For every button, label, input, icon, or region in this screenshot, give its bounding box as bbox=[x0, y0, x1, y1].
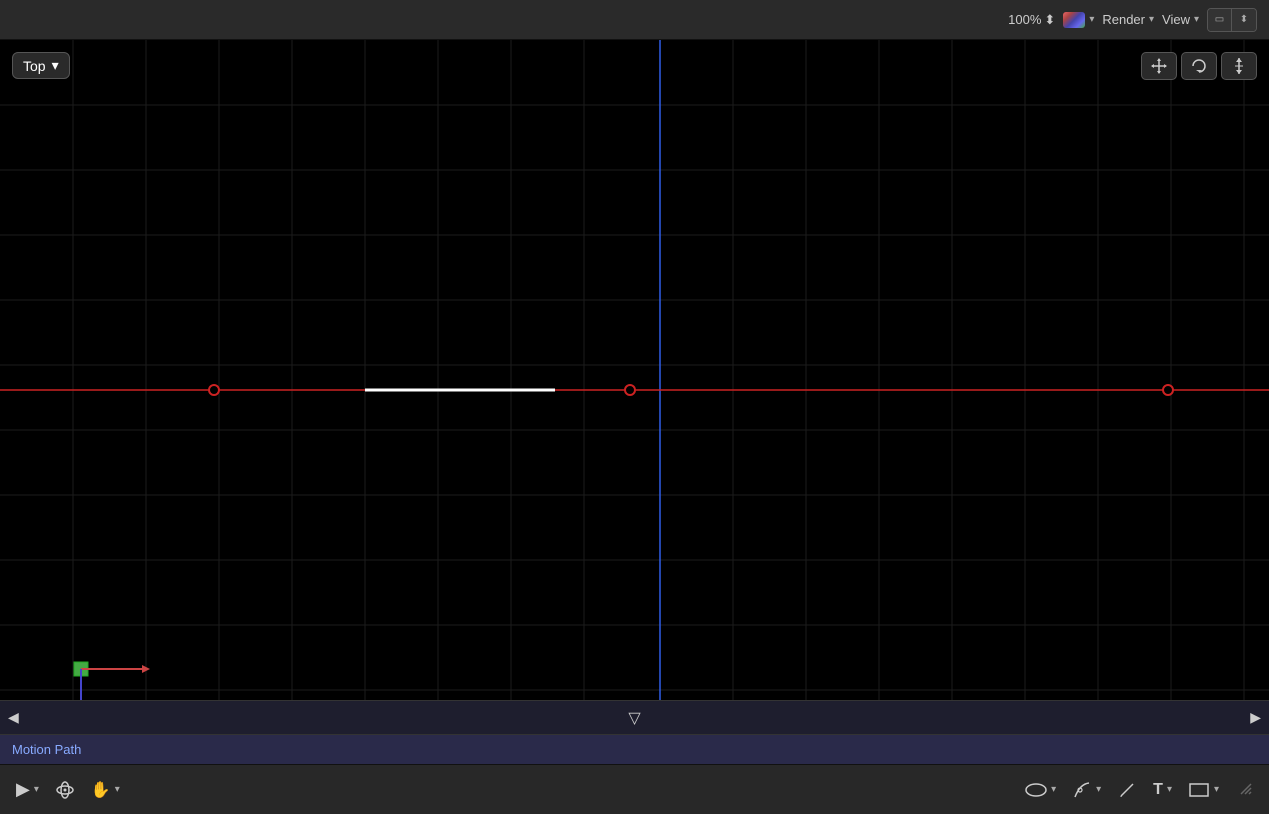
rect-chevron: ▾ bbox=[1214, 784, 1219, 795]
canvas-move-btn[interactable] bbox=[1141, 52, 1177, 80]
play-chevron: ▾ bbox=[34, 784, 39, 795]
text-icon: T bbox=[1153, 781, 1163, 799]
zoom-control[interactable]: 100% ⬍ bbox=[1008, 12, 1055, 28]
window-btn-2[interactable]: ⬍ bbox=[1232, 9, 1256, 31]
color-palette-button[interactable]: ▾ bbox=[1063, 12, 1094, 28]
pen-btn[interactable]: ▾ bbox=[1072, 780, 1101, 800]
render-menu[interactable]: Render ▾ bbox=[1102, 12, 1154, 27]
window-btn-1[interactable]: ▭ bbox=[1208, 9, 1232, 31]
render-chevron: ▾ bbox=[1149, 14, 1154, 25]
text-btn[interactable]: T ▾ bbox=[1153, 781, 1172, 799]
draw-btn[interactable] bbox=[1117, 780, 1137, 800]
canvas-controls bbox=[1141, 52, 1257, 80]
bottom-toolbar: ▶ ▾ ✋ ▾ ▾ ▾ bbox=[0, 764, 1269, 814]
view-menu[interactable]: View ▾ bbox=[1162, 12, 1199, 27]
color-palette-chevron: ▾ bbox=[1089, 14, 1094, 25]
motion-path-bar: Motion Path bbox=[0, 734, 1269, 764]
view-label: View bbox=[1162, 12, 1190, 27]
view-dropdown[interactable]: Top ▾ bbox=[12, 52, 70, 79]
zoom-chevron: ⬍ bbox=[1044, 12, 1055, 28]
oval-btn[interactable]: ▾ bbox=[1025, 782, 1056, 798]
zoom-value: 100% bbox=[1008, 12, 1041, 27]
play-btn[interactable]: ▶ ▾ bbox=[16, 779, 39, 800]
resize-icon bbox=[1235, 778, 1253, 796]
canvas-scale-btn[interactable] bbox=[1221, 52, 1257, 80]
oval-chevron: ▾ bbox=[1051, 784, 1056, 795]
window-controls: ▭ ⬍ bbox=[1207, 8, 1257, 32]
canvas-rotate-btn[interactable] bbox=[1181, 52, 1217, 80]
view-dropdown-chevron: ▾ bbox=[52, 57, 59, 74]
pen-chevron: ▾ bbox=[1096, 784, 1101, 795]
canvas-area[interactable]: Top ▾ bbox=[0, 40, 1269, 700]
resize-corner[interactable] bbox=[1235, 778, 1253, 801]
oval-icon bbox=[1025, 782, 1047, 798]
motion-path-label: Motion Path bbox=[12, 742, 81, 757]
shape-tools: ▾ ▾ T ▾ ▾ bbox=[1025, 780, 1219, 800]
hand-btn[interactable]: ✋ ▾ bbox=[91, 780, 120, 800]
view-dropdown-label: Top bbox=[23, 58, 46, 74]
rect-btn[interactable]: ▾ bbox=[1188, 782, 1219, 798]
rect-icon bbox=[1188, 782, 1210, 798]
view-chevron: ▾ bbox=[1194, 14, 1199, 25]
top-toolbar: 100% ⬍ ▾ Render ▾ View ▾ ▭ ⬍ bbox=[0, 0, 1269, 40]
color-swatch-icon bbox=[1063, 12, 1085, 28]
timeline-end-btn[interactable]: ▶ bbox=[1250, 709, 1261, 726]
timeline-marker[interactable]: ▽ bbox=[628, 708, 640, 728]
timeline-bar: ◀ ▽ ▶ bbox=[0, 700, 1269, 734]
hand-icon: ✋ bbox=[91, 780, 111, 800]
draw-icon bbox=[1117, 780, 1137, 800]
text-chevron: ▾ bbox=[1167, 784, 1172, 795]
play-icon: ▶ bbox=[16, 779, 30, 800]
render-label: Render bbox=[1102, 12, 1145, 27]
orbit-btn[interactable] bbox=[55, 780, 75, 800]
orbit-icon bbox=[55, 780, 75, 800]
pen-icon bbox=[1072, 780, 1092, 800]
timeline-start-btn[interactable]: ◀ bbox=[8, 709, 19, 726]
grid-svg bbox=[0, 40, 1269, 700]
hand-chevron: ▾ bbox=[115, 784, 120, 795]
